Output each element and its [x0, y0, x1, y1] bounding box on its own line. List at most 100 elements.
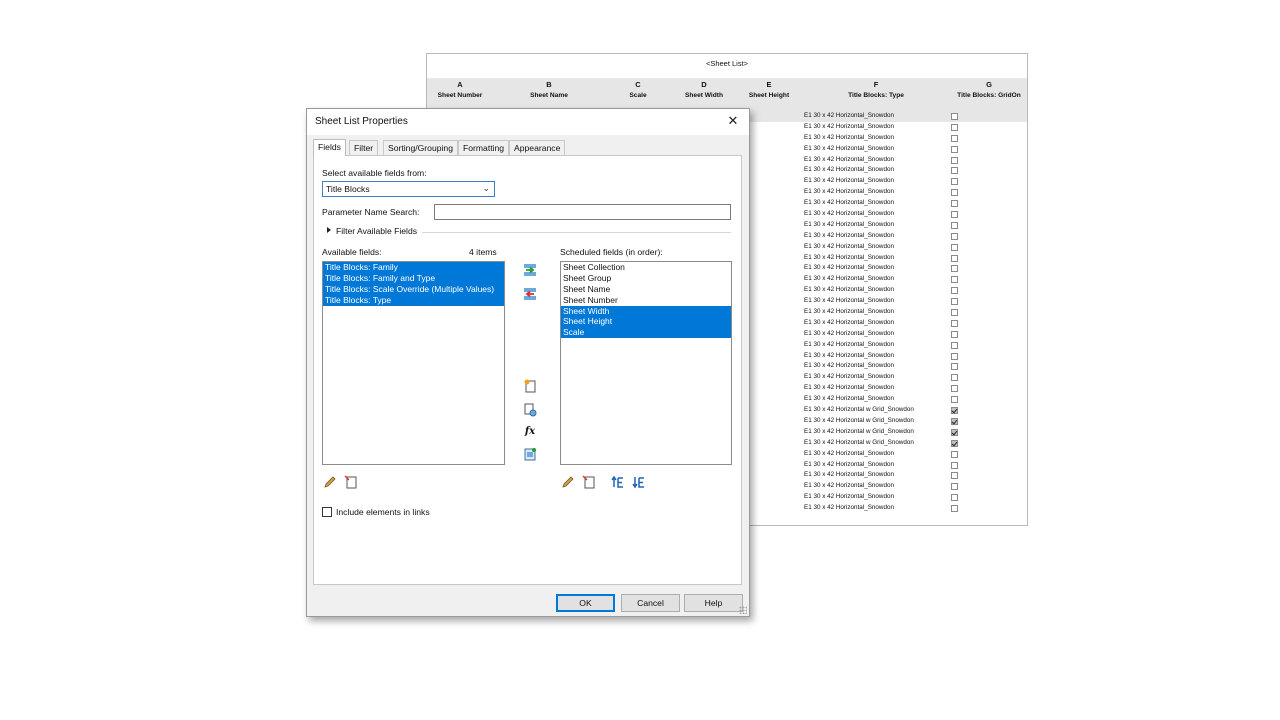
grid-on-checkbox[interactable] [951, 374, 958, 382]
grid-on-checkbox[interactable] [951, 428, 958, 436]
tab-formatting[interactable]: Formatting [458, 140, 510, 156]
move-down-icon[interactable] [632, 475, 646, 489]
tab-sorting-grouping[interactable]: Sorting/Grouping [383, 140, 458, 156]
title-block-type-cell: E1 30 x 42 Horizontal w Grid_Snowdon [804, 406, 914, 414]
combine-parameters-icon[interactable] [523, 403, 537, 417]
title-block-type-cell: E1 30 x 42 Horizontal_Snowdon [804, 144, 894, 152]
list-item[interactable]: Sheet Height [561, 316, 731, 328]
grid-on-checkbox[interactable] [951, 276, 958, 284]
tab-appearance[interactable]: Appearance [509, 140, 566, 156]
select-from-label: Select available fields from: [322, 168, 427, 178]
grid-on-checkbox[interactable] [951, 298, 958, 306]
grid-on-checkbox[interactable] [951, 472, 958, 480]
grid-on-checkbox[interactable] [951, 134, 958, 142]
grid-on-checkbox[interactable] [951, 407, 958, 415]
title-block-type-cell: E1 30 x 42 Horizontal_Snowdon [804, 329, 894, 337]
list-item[interactable]: Sheet Name [561, 284, 731, 295]
grid-on-checkbox[interactable] [951, 505, 958, 513]
help-button[interactable]: Help [684, 594, 743, 612]
grid-on-checkbox[interactable] [951, 221, 958, 229]
filter-available-fields-toggle[interactable]: Filter Available Fields [322, 225, 731, 238]
title-block-type-cell: E1 30 x 42 Horizontal_Snowdon [804, 460, 894, 468]
grid-on-checkbox[interactable] [951, 287, 958, 295]
schedule-column-letter: F [873, 80, 879, 89]
cancel-button[interactable]: Cancel [621, 594, 680, 612]
grid-on-checkbox[interactable] [951, 461, 958, 469]
grid-on-checkbox[interactable] [951, 167, 958, 175]
schedule-column-header: Sheet Width [684, 92, 724, 99]
list-item[interactable]: Title Blocks: Family and Type [323, 272, 504, 284]
close-icon[interactable]: ✕ [725, 113, 741, 129]
delete-scheduled-icon[interactable] [582, 475, 596, 489]
grid-on-checkbox[interactable] [951, 200, 958, 208]
delete-parameter-icon[interactable] [344, 475, 358, 489]
select-from-dropdown[interactable]: Title Blocks ⌄ [322, 181, 495, 197]
list-item[interactable]: Title Blocks: Family [323, 262, 504, 273]
grid-on-checkbox[interactable] [951, 189, 958, 197]
scheduled-fields-list[interactable]: Sheet Collection Sheet Group Sheet Name She… [560, 261, 732, 465]
grid-on-checkbox[interactable] [951, 450, 958, 458]
new-parameter-icon[interactable] [523, 379, 537, 393]
param-search-input[interactable] [434, 204, 731, 220]
schedule-column-letter: B [546, 80, 552, 89]
grid-on-checkbox[interactable] [951, 396, 958, 404]
list-item[interactable]: Sheet Group [561, 273, 731, 284]
tab-filter[interactable]: Filter [349, 140, 379, 156]
grid-on-checkbox[interactable] [951, 232, 958, 240]
select-from-value: Title Blocks [326, 184, 370, 194]
grid-on-checkbox[interactable] [951, 243, 958, 251]
title-block-type-cell: E1 30 x 42 Horizontal_Snowdon [804, 253, 894, 261]
list-item[interactable]: Sheet Number [561, 295, 731, 306]
insert-embedded-schedule-icon[interactable] [523, 447, 537, 461]
grid-on-checkbox[interactable] [951, 330, 958, 338]
param-search-label: Parameter Name Search: [322, 207, 420, 217]
title-block-type-cell: E1 30 x 42 Horizontal_Snowdon [804, 177, 894, 185]
grid-on-checkbox[interactable] [951, 385, 958, 393]
grid-on-checkbox[interactable] [951, 309, 958, 317]
grid-on-checkbox[interactable] [951, 178, 958, 186]
grid-on-checkbox[interactable] [951, 254, 958, 262]
grid-on-checkbox[interactable] [951, 363, 958, 371]
grid-on-checkbox[interactable] [951, 439, 958, 447]
schedule-column-header: Scale [629, 92, 647, 99]
grid-on-checkbox[interactable] [951, 145, 958, 153]
move-up-icon[interactable] [611, 475, 625, 489]
add-field-icon[interactable] [523, 263, 537, 277]
title-block-type-cell: E1 30 x 42 Horizontal_Snowdon [804, 482, 894, 490]
edit-scheduled-pencil-icon[interactable] [561, 475, 575, 489]
title-block-type-cell: E1 30 x 42 Horizontal_Snowdon [804, 231, 894, 239]
resize-grip-icon[interactable] [739, 606, 747, 614]
title-block-type-cell: E1 30 x 42 Horizontal_Snowdon [804, 286, 894, 294]
list-item[interactable]: Title Blocks: Scale Override (Multiple V… [323, 283, 504, 295]
grid-on-checkbox[interactable] [951, 265, 958, 273]
schedule-column-letter: G [986, 80, 992, 89]
grid-on-checkbox[interactable] [951, 123, 958, 131]
grid-on-checkbox[interactable] [951, 483, 958, 491]
title-block-type-cell: E1 30 x 42 Horizontal_Snowdon [804, 220, 894, 228]
list-item[interactable]: Sheet Width [561, 305, 731, 317]
grid-on-checkbox[interactable] [951, 494, 958, 502]
grid-on-checkbox[interactable] [951, 417, 958, 425]
edit-parameter-pencil-icon[interactable] [323, 475, 337, 489]
tab-fields[interactable]: Fields [313, 139, 346, 156]
title-block-type-cell: E1 30 x 42 Horizontal_Snowdon [804, 318, 894, 326]
include-links-checkbox[interactable] [322, 507, 332, 517]
formula-fx-icon[interactable]: fx [523, 425, 537, 439]
title-block-type-cell: E1 30 x 42 Horizontal_Snowdon [804, 297, 894, 305]
grid-on-checkbox[interactable] [951, 341, 958, 349]
ok-button[interactable]: OK [556, 594, 615, 612]
title-block-type-cell: E1 30 x 42 Horizontal_Snowdon [804, 449, 894, 457]
available-fields-list[interactable]: Title Blocks: Family Title Blocks: Family… [322, 261, 505, 465]
list-item[interactable]: Title Blocks: Type [323, 294, 504, 306]
grid-on-checkbox[interactable] [951, 156, 958, 164]
available-count: 4 items [469, 247, 497, 257]
list-item[interactable]: Scale [561, 327, 731, 339]
remove-field-icon[interactable] [523, 287, 537, 301]
grid-on-checkbox[interactable] [951, 211, 958, 219]
list-item[interactable]: Sheet Collection [561, 262, 731, 273]
grid-on-checkbox[interactable] [951, 352, 958, 360]
schedule-column-header: Title Blocks: GridOn [957, 92, 1021, 99]
grid-on-checkbox[interactable] [951, 319, 958, 327]
grid-on-checkbox[interactable] [951, 113, 958, 120]
title-block-type-cell: E1 30 x 42 Horizontal_Snowdon [804, 373, 894, 381]
